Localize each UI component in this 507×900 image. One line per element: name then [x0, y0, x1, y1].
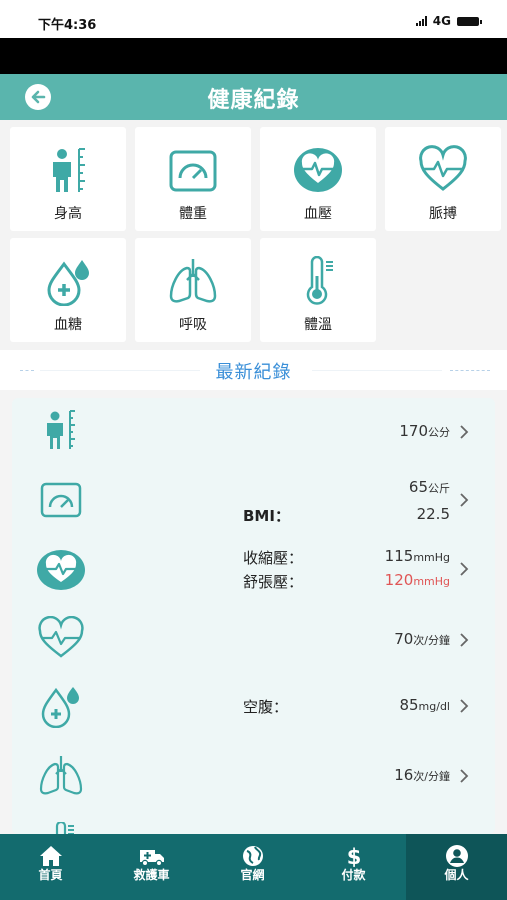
category-label: 體重 — [179, 206, 207, 222]
height-icon — [53, 148, 85, 192]
signal-icon — [415, 16, 427, 26]
tab-website[interactable]: 官網 — [202, 834, 303, 900]
systolic-value: 115mmHg — [384, 547, 450, 565]
bmi-value: 22.5 — [416, 505, 450, 523]
latest-records-header: 最新紀錄 — [0, 350, 507, 390]
lungs-icon — [39, 756, 83, 795]
record-row-pulse[interactable]: 70次/分鐘 — [12, 606, 495, 672]
height-value: 170公分 — [399, 422, 450, 440]
category-temperature[interactable]: 體溫 — [260, 238, 376, 342]
chevron-right-icon — [460, 562, 469, 576]
diastolic-label: 舒張壓： — [243, 573, 304, 591]
heartbeat-icon — [38, 616, 84, 658]
record-row-weight[interactable]: 65公斤 BMI： 22.5 — [12, 464, 495, 534]
category-height[interactable]: 身高 — [10, 127, 126, 231]
diastolic-value: 120mmHg — [384, 571, 450, 589]
network-type: 4G — [432, 14, 451, 28]
category-label: 呼吸 — [179, 317, 207, 333]
blood-sugar-value: 85mg/dl — [399, 696, 450, 714]
record-row-temperature[interactable] — [12, 812, 495, 834]
chevron-right-icon — [460, 769, 469, 783]
status-indicators: 4G — [415, 14, 482, 28]
category-label: 身高 — [54, 206, 82, 222]
blood-drop-icon — [47, 260, 89, 306]
thermometer-icon — [55, 822, 74, 834]
fasting-label: 空腹： — [243, 698, 289, 716]
divider — [450, 370, 490, 371]
tab-label: 救護車 — [133, 868, 170, 882]
pulse-value: 70次/分鐘 — [394, 630, 450, 648]
tab-label: 首頁 — [38, 868, 63, 882]
category-label: 血壓 — [304, 206, 332, 222]
blood-drop-icon — [41, 687, 79, 728]
dollar-icon: $ — [347, 845, 362, 868]
home-icon — [40, 846, 62, 866]
category-blood-sugar[interactable]: 血糖 — [10, 238, 126, 342]
battery-icon — [457, 16, 482, 26]
globe-icon — [243, 846, 263, 866]
status-bar: 下午4:36 4G — [0, 0, 507, 38]
height-icon — [47, 410, 75, 449]
user-icon — [446, 845, 468, 867]
heartbeat-icon — [419, 145, 467, 191]
record-row-respiration[interactable]: 16次/分鐘 — [12, 742, 495, 812]
category-weight[interactable]: 體重 — [135, 127, 251, 231]
systolic-label: 收縮壓： — [243, 549, 304, 567]
category-respiration[interactable]: 呼吸 — [135, 238, 251, 342]
category-grid: 身高 體重 血壓 脈搏 血糖 呼吸 體溫 — [0, 120, 507, 350]
lungs-icon — [169, 259, 217, 303]
category-pulse[interactable]: 脈搏 — [385, 127, 501, 231]
black-bar — [0, 38, 507, 74]
tab-home[interactable]: 首頁 — [0, 834, 101, 900]
tab-label: 付款 — [341, 868, 366, 882]
record-row-blood-pressure[interactable]: 收縮壓： 115mmHg 舒張壓： 120mmHg — [12, 534, 495, 606]
category-label: 脈搏 — [429, 206, 457, 222]
divider — [312, 370, 442, 371]
tab-profile[interactable]: 個人 — [406, 834, 507, 900]
heart-pulse-icon — [294, 148, 342, 192]
category-label: 血糖 — [54, 317, 82, 333]
bmi-label: BMI： — [243, 507, 290, 525]
category-label: 體溫 — [304, 317, 332, 333]
status-time: 下午4:36 — [38, 18, 97, 33]
tab-label: 個人 — [444, 868, 469, 882]
section-title: 最新紀錄 — [215, 362, 292, 383]
svg-text:$: $ — [347, 845, 362, 868]
chevron-right-icon — [460, 633, 469, 647]
scale-icon — [169, 150, 217, 192]
page-title: 健康紀錄 — [207, 88, 300, 113]
weight-value: 65公斤 — [408, 478, 450, 496]
chevron-right-icon — [460, 493, 469, 507]
record-row-blood-sugar[interactable]: 空腹： 85mg/dl — [12, 672, 495, 742]
heart-pulse-icon — [37, 550, 85, 590]
tab-label: 官網 — [240, 868, 265, 882]
chevron-right-icon — [460, 699, 469, 713]
record-row-height[interactable]: 170公分 — [12, 398, 495, 464]
thermometer-icon — [306, 256, 333, 305]
chevron-right-icon — [460, 425, 469, 439]
tab-ambulance[interactable]: 救護車 — [101, 834, 202, 900]
category-blood-pressure[interactable]: 血壓 — [260, 127, 376, 231]
bottom-tab-bar: 首頁 救護車 官網 $ 付款 個人 — [0, 834, 507, 900]
ambulance-icon — [140, 850, 164, 867]
records-list: 170公分 65公斤 BMI： 22.5 收縮壓： 115mmHg 舒張壓： 1… — [12, 398, 495, 834]
header-bar: 健康紀錄 — [0, 74, 507, 120]
respiration-value: 16次/分鐘 — [394, 766, 450, 784]
scale-icon — [40, 482, 82, 518]
tab-payment[interactable]: $ 付款 — [303, 834, 404, 900]
